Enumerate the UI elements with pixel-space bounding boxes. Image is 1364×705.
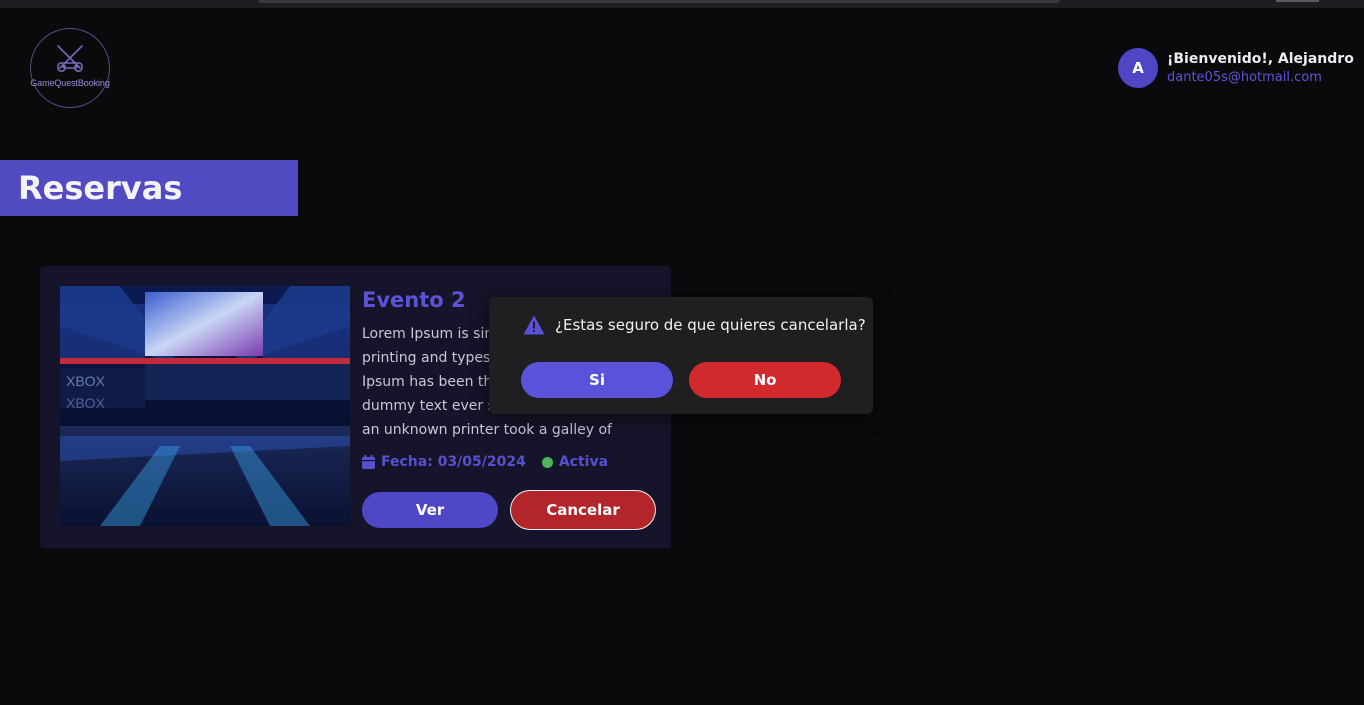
site-logo[interactable]: GameQuestBooking: [30, 28, 110, 108]
confirm-yes-button[interactable]: Si: [521, 362, 673, 398]
user-greeting: ¡Bienvenido!, Alejandro: [1167, 51, 1354, 67]
svg-text:XBOX: XBOX: [66, 395, 106, 411]
svg-text:XBOX: XBOX: [66, 373, 106, 389]
event-image: XBOX XBOX: [60, 286, 350, 526]
user-profile[interactable]: A ¡Bienvenido!, Alejandro dante05s@hotma…: [1118, 48, 1354, 88]
status-dot-icon: [541, 456, 553, 468]
user-info: ¡Bienvenido!, Alejandro dante05s@hotmail…: [1167, 51, 1354, 85]
dialog-actions: Si No: [521, 362, 841, 398]
dialog-message: ¿Estas seguro de que quieres cancelarla?: [523, 315, 866, 335]
confirm-no-button[interactable]: No: [689, 362, 841, 398]
card-actions: Ver Cancelar: [362, 492, 653, 528]
avatar[interactable]: A: [1118, 48, 1158, 88]
warning-icon: [523, 315, 545, 335]
confirm-cancel-dialog: ¿Estas seguro de que quieres cancelarla?…: [489, 297, 873, 414]
browser-bar-control: [1276, 0, 1319, 2]
browser-top-bar: [0, 0, 1364, 8]
event-date: Fecha: 03/05/2024: [381, 454, 526, 470]
browser-url-bar: [258, 0, 1060, 3]
logo-text: GameQuestBooking: [30, 78, 110, 88]
event-meta: Fecha: 03/05/2024 Activa: [362, 454, 658, 470]
calendar-icon: [362, 455, 375, 469]
cancel-reservation-button[interactable]: Cancelar: [513, 493, 653, 527]
user-email: dante05s@hotmail.com: [1167, 70, 1322, 85]
gamepad-tools-icon: [57, 45, 83, 72]
dialog-message-text: ¿Estas seguro de que quieres cancelarla?: [555, 316, 866, 334]
page-title: Reservas: [0, 160, 298, 216]
event-stage-image: XBOX XBOX: [60, 286, 350, 526]
status-badge: Activa: [558, 454, 609, 470]
view-button[interactable]: Ver: [362, 492, 498, 528]
